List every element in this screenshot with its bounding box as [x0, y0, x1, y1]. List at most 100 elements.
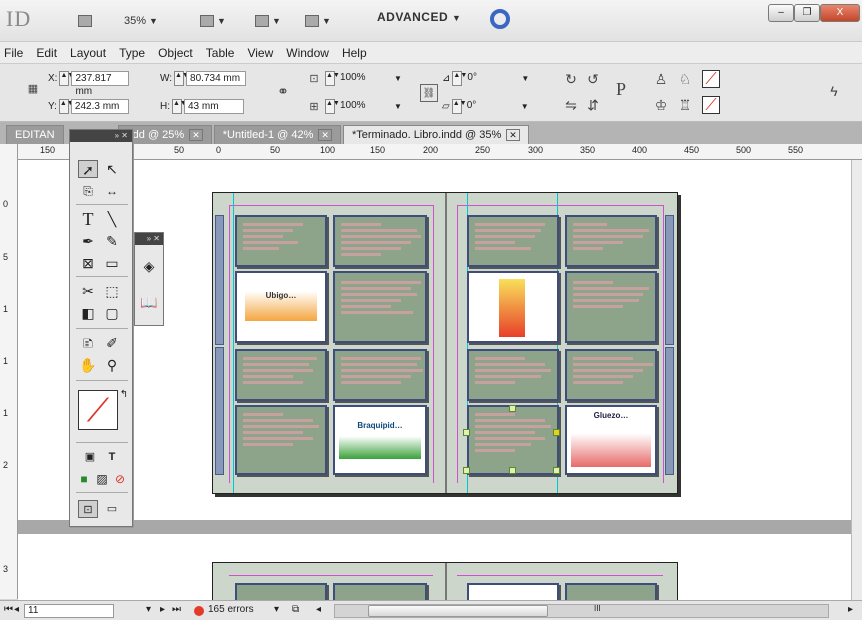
scale-y-value[interactable]: 100%: [337, 99, 392, 114]
apply-gradient-icon[interactable]: ▨: [92, 470, 112, 488]
chevron-down-icon[interactable]: ▼: [521, 74, 529, 83]
spinner-icon[interactable]: ▲▼: [451, 99, 467, 114]
close-button[interactable]: X: [820, 4, 860, 22]
y-field[interactable]: Y: ▲▼ 242.3 mm: [48, 98, 129, 115]
lightning-icon[interactable]: ϟ: [825, 82, 843, 100]
stroke-none-icon[interactable]: ⟋: [702, 96, 720, 114]
scale-x-value[interactable]: 100%: [337, 71, 392, 86]
note-tool-icon[interactable]: 🗈: [78, 334, 98, 352]
x-value[interactable]: 237.817 mm: [71, 71, 130, 97]
rectangle-tool-icon[interactable]: ▭: [102, 254, 122, 272]
reference-point-icon[interactable]: ▦: [24, 80, 42, 98]
menu-type[interactable]: Type: [119, 46, 145, 60]
spinner-icon[interactable]: ▲▼: [59, 71, 74, 86]
formatting-text-icon[interactable]: T: [102, 448, 122, 466]
scroll-right-icon[interactable]: ▸: [848, 604, 853, 615]
paragraph-p-icon[interactable]: P: [612, 80, 630, 98]
vertical-scrollbar[interactable]: [851, 160, 862, 600]
preflight-error-icon[interactable]: [194, 606, 204, 616]
menu-window[interactable]: Window: [286, 46, 329, 60]
first-page-icon[interactable]: ⏮: [4, 604, 13, 615]
type-tool-icon[interactable]: T: [78, 210, 98, 228]
rotate-cw-icon[interactable]: ↻: [562, 70, 580, 88]
menu-edit[interactable]: Edit: [36, 46, 57, 60]
apply-color-icon[interactable]: ■: [74, 470, 94, 488]
line-tool-icon[interactable]: ╲: [102, 210, 122, 228]
constrain-scale-icon[interactable]: ⛓: [420, 84, 438, 102]
tools-panel[interactable]: » ✕ ➚ ↖ ⎘ ↔ T ╲ ✒ ✎ ⊠ ▭ ✂ ⬚ ◧ ▢ 🗈 ✐ ✋ ⚲ …: [69, 129, 133, 527]
menu-table[interactable]: Table: [206, 46, 235, 60]
preflight-errors[interactable]: 165 errors: [208, 604, 254, 615]
selection-handle[interactable]: [553, 467, 560, 474]
chevron-down-icon[interactable]: ▼: [394, 102, 402, 111]
spinner-icon[interactable]: ▲▼: [58, 99, 74, 114]
rotate-value[interactable]: 0°: [464, 71, 519, 86]
h-value[interactable]: 43 mm: [184, 99, 244, 114]
flip-vertical-icon[interactable]: ⇵: [584, 96, 602, 114]
pen-tool-icon[interactable]: ✒: [78, 232, 98, 250]
hand-tool-icon[interactable]: ✋: [78, 356, 98, 374]
horizontal-ruler[interactable]: 150 0 50 0 50 100 150 200 250 300 350 40…: [18, 144, 862, 160]
menu-view[interactable]: View: [247, 46, 273, 60]
gradient-feather-tool-icon[interactable]: ▢: [102, 304, 122, 322]
chevron-down-icon[interactable]: ▾: [274, 604, 279, 615]
panel-header[interactable]: » ✕: [135, 233, 163, 245]
selection-handle[interactable]: [463, 429, 470, 436]
content-card[interactable]: [235, 215, 327, 267]
spinner-icon[interactable]: ▲▼: [325, 99, 340, 114]
tab-editan[interactable]: EDITAN: [6, 125, 64, 144]
next-page-icon[interactable]: ▸: [160, 604, 165, 615]
content-card[interactable]: [467, 349, 559, 401]
scroll-left-icon[interactable]: ◂: [316, 604, 321, 615]
selected-content-card[interactable]: [467, 405, 559, 475]
select-container-icon[interactable]: ♙: [652, 70, 670, 88]
preview-view-icon[interactable]: ▭: [102, 500, 122, 518]
x-field[interactable]: X: ▲▼ 237.817 mm: [48, 70, 130, 97]
zoom-tool-icon[interactable]: ⚲: [102, 356, 122, 374]
shear-field[interactable]: ▱ ▲▼ 0° ▼: [442, 98, 529, 115]
normal-view-icon[interactable]: ⊡: [78, 500, 98, 518]
layers-icon[interactable]: ◈: [139, 257, 159, 275]
book-icon[interactable]: 📖: [139, 293, 159, 311]
open-file-icon[interactable]: ⧉: [292, 604, 299, 615]
chevron-down-icon[interactable]: ▼: [521, 102, 529, 111]
minimize-button[interactable]: –: [768, 4, 794, 22]
workspace-switcher[interactable]: ADVANCED ▼: [377, 10, 461, 24]
content-card[interactable]: [565, 271, 657, 343]
content-card[interactable]: [333, 271, 427, 343]
select-next-icon[interactable]: ♖: [676, 96, 694, 114]
spinner-icon[interactable]: ▲▼: [172, 99, 187, 114]
gap-tool-icon[interactable]: ↔: [102, 182, 122, 200]
page-number-field[interactable]: 11: [24, 604, 114, 618]
free-transform-tool-icon[interactable]: ⬚: [102, 282, 122, 300]
chevron-down-icon[interactable]: ▼: [394, 74, 402, 83]
y-value[interactable]: 242.3 mm: [70, 99, 129, 114]
bridge-button[interactable]: [78, 10, 92, 32]
ad-card[interactable]: Gluezo…: [565, 405, 657, 475]
selection-handle[interactable]: [463, 467, 470, 474]
menu-layout[interactable]: Layout: [70, 46, 106, 60]
ad-card[interactable]: Braquipid…: [333, 405, 427, 475]
apply-none-icon[interactable]: ⊘: [110, 470, 130, 488]
swap-fill-stroke-icon[interactable]: ↰: [114, 386, 134, 404]
scissors-tool-icon[interactable]: ✂: [78, 282, 98, 300]
zoom-select[interactable]: 35% ▼: [124, 10, 158, 32]
arrange-documents-button[interactable]: ▼: [305, 10, 331, 32]
selection-handle[interactable]: [553, 429, 560, 436]
menu-file[interactable]: File: [4, 46, 23, 60]
floating-subpanel[interactable]: » ✕ ◈ 📖: [134, 232, 164, 326]
shear-value[interactable]: 0°: [464, 99, 519, 114]
flip-horizontal-icon[interactable]: ⇋: [562, 96, 580, 114]
scale-y-field[interactable]: ⊞ ▲▼ 100% ▼: [305, 98, 402, 115]
selection-handle[interactable]: [509, 467, 516, 474]
screen-mode-button[interactable]: ▼: [255, 10, 281, 32]
pencil-tool-icon[interactable]: ✎: [102, 232, 122, 250]
scrollbar-thumb[interactable]: [368, 605, 548, 617]
rotate-ccw-icon[interactable]: ↺: [584, 70, 602, 88]
last-page-icon[interactable]: ⏭: [172, 604, 181, 615]
maximize-button[interactable]: ❐: [794, 4, 820, 22]
close-icon[interactable]: ✕: [318, 129, 332, 141]
constrain-proportions-icon[interactable]: ⚭: [274, 82, 292, 100]
close-icon[interactable]: ✕: [189, 129, 203, 141]
eyedropper-tool-icon[interactable]: ✐: [102, 334, 122, 352]
